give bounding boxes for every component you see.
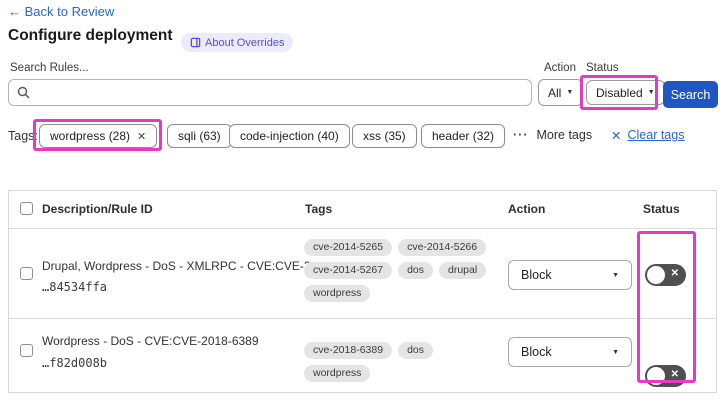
toggle-off-icon: ✕ <box>670 268 679 279</box>
tag-badge: dos <box>398 342 433 359</box>
chevron-down-icon: ▼ <box>612 271 619 279</box>
rule-tags: cve-2014-5265 cve-2014-5266 cve-2014-5267 d… <box>304 239 504 302</box>
tag-filter-header[interactable]: header (32) <box>421 124 506 148</box>
tag-filter-label: header (32) <box>432 129 495 143</box>
status-filter-value: Disabled <box>596 85 643 100</box>
selected-tag-wordpress[interactable]: wordpress (28) ✕ <box>39 124 158 148</box>
more-tags-label: More tags <box>536 128 593 142</box>
tag-filter-code-injection[interactable]: code-injection (40) <box>229 124 350 148</box>
remove-tag-icon[interactable]: ✕ <box>137 130 146 143</box>
more-tags-button[interactable]: ··· More tags <box>513 128 592 142</box>
toggle-knob <box>647 266 665 284</box>
rule-description: Drupal, Wordpress - DoS - XMLRPC - CVE:C… <box>42 259 321 273</box>
rule-tags: cve-2018-6389 dos wordpress <box>304 342 504 382</box>
close-icon: ✕ <box>611 129 622 143</box>
table-row-divider <box>8 318 717 319</box>
about-overrides-label: About Overrides <box>205 36 285 49</box>
column-header-status: Status <box>643 202 680 216</box>
chevron-down-icon: ▼ <box>566 89 574 96</box>
clear-tags-label: Clear tags <box>627 128 685 142</box>
tag-badge: cve-2018-6389 <box>304 342 393 359</box>
action-value: Block <box>521 345 552 359</box>
tag-badge: cve-2014-5265 <box>304 239 393 256</box>
select-all-checkbox[interactable] <box>20 202 33 215</box>
column-header-description: Description/Rule ID <box>42 202 153 216</box>
search-button[interactable]: Search <box>663 81 718 108</box>
column-header-action: Action <box>508 202 546 216</box>
action-dropdown[interactable]: Block ▼ <box>508 337 632 367</box>
status-filter-label: Status <box>586 62 619 74</box>
tag-badge: dos <box>398 262 433 279</box>
page-title: Configure deployment <box>8 27 173 44</box>
action-filter-value: All <box>548 85 562 100</box>
search-rules-input[interactable] <box>36 85 523 100</box>
toggle-knob <box>647 367 665 385</box>
rule-id: …84534ffa <box>42 280 108 294</box>
action-value: Block <box>521 268 552 282</box>
search-input-container[interactable] <box>8 79 532 106</box>
tag-filter-label: xss (35) <box>363 129 406 143</box>
action-dropdown[interactable]: Block ▼ <box>508 260 632 290</box>
action-filter-label: Action <box>544 62 576 74</box>
selected-tag-label: wordpress (28) <box>50 129 131 143</box>
back-to-review-link[interactable]: ← Back to Review <box>8 4 114 19</box>
rule-id: …f82d008b <box>42 356 108 370</box>
row-checkbox[interactable] <box>20 267 33 280</box>
clear-tags-button[interactable]: ✕ Clear tags <box>611 128 684 143</box>
tag-badge: wordpress <box>304 285 371 302</box>
rule-description: Wordpress - DoS - CVE:CVE-2018-6389 <box>42 334 259 348</box>
tag-filter-xss[interactable]: xss (35) <box>352 124 417 148</box>
tag-filter-sqli[interactable]: sqli (63) <box>167 124 232 148</box>
tag-badge: wordpress <box>304 365 371 382</box>
about-overrides-badge[interactable]: About Overrides <box>181 33 294 52</box>
status-toggle[interactable]: ✕ <box>645 365 686 387</box>
status-filter-dropdown[interactable]: Disabled ▼ <box>586 80 665 105</box>
tag-badge: cve-2014-5266 <box>398 239 487 256</box>
status-toggle[interactable]: ✕ <box>645 264 686 286</box>
row-checkbox[interactable] <box>20 344 33 357</box>
search-icon <box>17 86 30 99</box>
tag-badge: cve-2014-5267 <box>304 262 393 279</box>
toggle-off-icon: ✕ <box>670 369 679 380</box>
tag-filter-label: sqli (63) <box>178 129 221 143</box>
chevron-down-icon: ▼ <box>647 89 655 96</box>
book-icon <box>190 37 201 48</box>
action-filter-dropdown[interactable]: All ▼ <box>538 79 584 106</box>
table-header-divider <box>8 228 717 229</box>
chevron-down-icon: ▼ <box>612 348 619 356</box>
tag-filter-label: code-injection (40) <box>240 129 339 143</box>
column-header-tags: Tags <box>305 202 333 216</box>
search-rules-label: Search Rules... <box>10 62 89 74</box>
tag-badge: drupal <box>439 262 487 279</box>
tags-bar-label: Tags: <box>8 129 38 143</box>
more-dots-icon: ··· <box>513 128 529 142</box>
